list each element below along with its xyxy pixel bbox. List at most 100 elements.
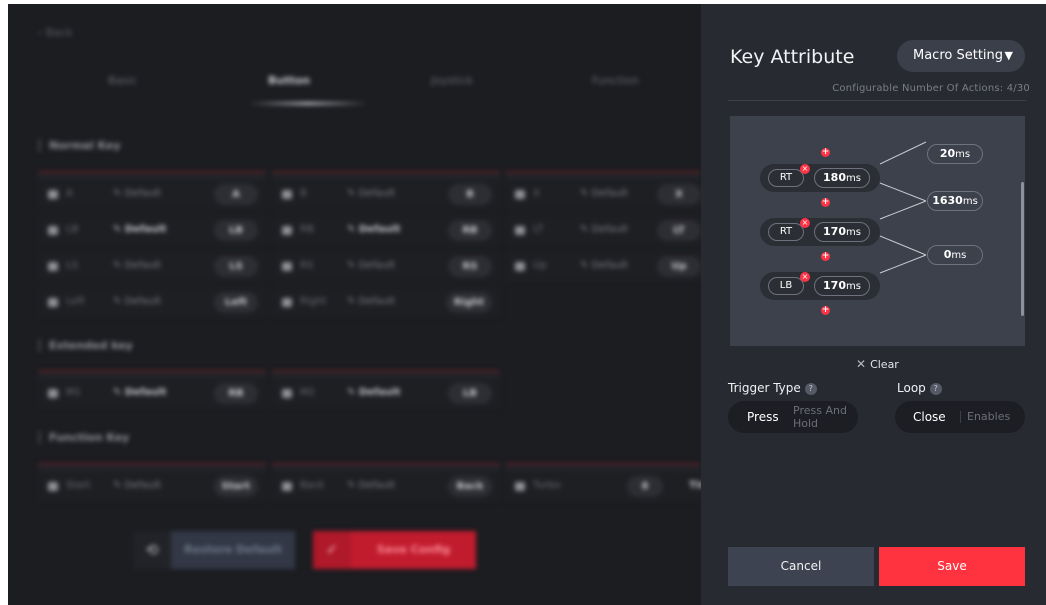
action-duration[interactable]: 170ms bbox=[814, 222, 870, 242]
bumper-icon bbox=[282, 226, 292, 235]
key-binding-row[interactable]: LT ✎ Default LT bbox=[505, 215, 701, 245]
key-binding-row[interactable]: Right ✎ Default Right bbox=[272, 287, 500, 317]
save-button[interactable]: Save bbox=[879, 547, 1025, 586]
edit-field[interactable]: ✎ Default bbox=[347, 224, 400, 235]
key-binding-row[interactable]: LS ✎ Default LS bbox=[38, 251, 266, 281]
mapped-value[interactable]: Back bbox=[448, 476, 492, 497]
trigger-type-toggle[interactable]: Press Press And Hold bbox=[728, 401, 858, 433]
macro-editor: + 20ms RT × 180ms + 1630ms RT × 170ms + … bbox=[730, 116, 1025, 346]
delay-chip[interactable]: 0ms bbox=[927, 245, 983, 265]
trigger-option-press[interactable]: Press bbox=[747, 401, 779, 433]
delay-chip[interactable]: 20ms bbox=[927, 144, 983, 164]
add-icon[interactable]: + bbox=[821, 198, 830, 207]
mode-select[interactable]: Macro Setting ▼ bbox=[897, 40, 1025, 72]
turbo-value[interactable]: 8 bbox=[627, 476, 663, 497]
mapped-value[interactable]: B bbox=[448, 184, 492, 205]
mapped-value[interactable]: X bbox=[657, 184, 701, 205]
mapped-value[interactable]: LT bbox=[657, 220, 701, 241]
key-binding-row[interactable]: Start ✎ Default Start bbox=[38, 471, 266, 501]
action-duration[interactable]: 170ms bbox=[814, 276, 870, 296]
edit-field[interactable]: ✎ Default bbox=[113, 480, 161, 491]
help-icon[interactable]: ? bbox=[804, 383, 817, 395]
remove-icon[interactable]: × bbox=[800, 164, 810, 174]
key-binding-row[interactable]: RS ✎ Default RS bbox=[272, 251, 500, 281]
mapped-value[interactable]: Start bbox=[213, 476, 258, 497]
tab-joystick[interactable]: Joystick bbox=[431, 74, 473, 87]
separator bbox=[960, 411, 961, 423]
key-name: X bbox=[533, 188, 540, 199]
clear-button[interactable]: ✕ Clear bbox=[856, 357, 899, 371]
key-binding-row[interactable]: X ✎ Default X bbox=[505, 179, 701, 209]
key-name: LT bbox=[533, 224, 544, 235]
section-extended-key: Extended key bbox=[38, 339, 133, 352]
mapped-value[interactable]: RS bbox=[448, 256, 492, 277]
loop-option-close[interactable]: Close bbox=[913, 401, 946, 433]
mapped-value[interactable]: RB bbox=[214, 383, 258, 404]
key-binding-row[interactable]: Left ✎ Default Left bbox=[38, 287, 266, 317]
tab-basic[interactable]: Basic bbox=[108, 74, 137, 87]
save-config-button[interactable]: ✓ Save Config bbox=[313, 531, 476, 569]
edit-field[interactable]: ✎ Default bbox=[347, 188, 395, 199]
action-key[interactable]: RT bbox=[768, 169, 804, 187]
macro-action[interactable]: RT × 170ms bbox=[760, 218, 880, 246]
loop-option-enables[interactable]: Enables bbox=[967, 401, 1010, 433]
mapped-value[interactable]: LS bbox=[214, 256, 258, 277]
edit-field[interactable]: ✎ Default bbox=[113, 188, 161, 199]
macro-scrollbar[interactable] bbox=[1021, 182, 1024, 316]
dpad-icon bbox=[48, 298, 58, 307]
macro-action[interactable]: LB × 170ms bbox=[760, 272, 880, 300]
remove-icon[interactable]: × bbox=[800, 272, 810, 282]
delay-chip[interactable]: 1630ms bbox=[927, 191, 983, 211]
edit-field[interactable]: ✎ Default bbox=[347, 296, 395, 307]
trigger-option-press-and-hold[interactable]: Press And Hold bbox=[793, 404, 855, 436]
key-binding-row[interactable]: M1 ✎ Default RB bbox=[38, 378, 266, 408]
key-binding-row[interactable]: LB ✎ Default LB bbox=[38, 215, 266, 245]
close-icon: ✕ bbox=[856, 357, 867, 371]
mapped-value[interactable]: Right bbox=[445, 292, 492, 313]
mapped-value[interactable]: Left bbox=[214, 292, 258, 313]
tab-function[interactable]: Function bbox=[592, 74, 639, 87]
key-binding-row[interactable]: Up ✎ Default Up bbox=[505, 251, 701, 281]
restore-default-button[interactable]: ⟲ Restore Default bbox=[133, 531, 295, 569]
edit-field[interactable]: ✎ Default bbox=[347, 480, 395, 491]
action-key[interactable]: RT bbox=[768, 223, 804, 241]
key-binding-row[interactable]: Back ✎ Default Back bbox=[272, 471, 500, 501]
add-icon[interactable]: + bbox=[821, 148, 830, 157]
remove-icon[interactable]: × bbox=[800, 218, 810, 228]
mapped-value[interactable]: A bbox=[214, 184, 258, 205]
edit-field[interactable]: ✎ Default bbox=[113, 260, 161, 271]
turbo-icon bbox=[515, 482, 525, 491]
tab-button[interactable]: Button bbox=[268, 74, 310, 87]
edit-field[interactable]: ✎ Default bbox=[347, 387, 400, 398]
edit-field[interactable]: ✎ Default bbox=[580, 224, 628, 235]
button-icon bbox=[48, 190, 58, 199]
add-icon[interactable]: + bbox=[821, 252, 830, 261]
key-name: LS bbox=[66, 260, 78, 271]
back-link[interactable]: ‹ Back bbox=[38, 26, 73, 39]
mapped-value[interactable]: Up bbox=[657, 256, 701, 277]
edit-field[interactable]: ✎ Default bbox=[580, 260, 628, 271]
edit-field[interactable]: ✎ Default bbox=[113, 296, 161, 307]
mapped-value[interactable]: LB bbox=[448, 383, 492, 404]
button-icon bbox=[282, 190, 292, 199]
help-icon[interactable]: ? bbox=[929, 383, 942, 395]
edit-field[interactable]: ✎ Default bbox=[113, 224, 166, 235]
key-binding-row[interactable]: M2 ✎ Default LB bbox=[272, 378, 500, 408]
key-name: LB bbox=[66, 224, 79, 235]
key-binding-row[interactable]: Turbo 8 Time bbox=[505, 471, 701, 501]
key-binding-row[interactable]: A ✎ Default A bbox=[38, 179, 266, 209]
macro-action[interactable]: RT × 180ms bbox=[760, 164, 880, 192]
key-binding-row[interactable]: RB ✎ Default RB bbox=[272, 215, 500, 245]
key-binding-row[interactable]: B ✎ Default B bbox=[272, 179, 500, 209]
mapped-value[interactable]: LB bbox=[214, 220, 258, 241]
blurred-content: ‹ Back Basic Button Joystick Function No… bbox=[8, 4, 701, 605]
action-key[interactable]: LB bbox=[768, 277, 804, 295]
edit-field[interactable]: ✎ Default bbox=[113, 387, 166, 398]
edit-field[interactable]: ✎ Default bbox=[347, 260, 395, 271]
loop-toggle[interactable]: Close Enables bbox=[895, 401, 1025, 433]
add-icon[interactable]: + bbox=[821, 306, 830, 315]
edit-field[interactable]: ✎ Default bbox=[580, 188, 628, 199]
mapped-value[interactable]: RB bbox=[448, 220, 492, 241]
action-duration[interactable]: 180ms bbox=[814, 168, 870, 188]
cancel-button[interactable]: Cancel bbox=[728, 547, 874, 586]
